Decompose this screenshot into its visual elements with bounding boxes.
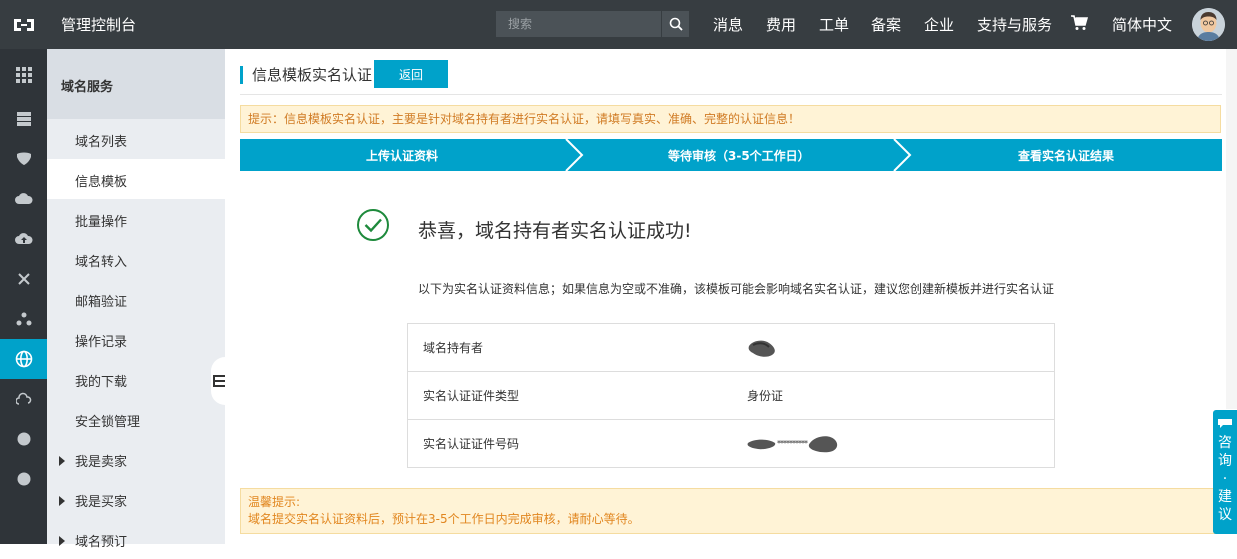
row-key: 实名认证证件号码: [407, 419, 747, 468]
sidebar-item-label: 域名预订: [75, 535, 128, 550]
row-key: 域名持有者: [407, 323, 747, 372]
redacted-scribble: [748, 340, 775, 357]
nav-tickets[interactable]: 工单: [819, 14, 849, 35]
page-title: 信息模板实名认证: [240, 66, 372, 84]
cart-icon[interactable]: [1071, 15, 1089, 35]
back-button[interactable]: 返回: [374, 60, 448, 88]
tip-banner: 提示：信息模板实名认证，主要是针对域名持有者进行实名认证，请填写真实、准确、完整…: [240, 105, 1221, 133]
row-value: 身份证: [747, 371, 1055, 420]
grid-icon[interactable]: [0, 55, 47, 95]
redacted-scribble: [808, 435, 838, 452]
sidebar-item-label: 信息模板: [75, 175, 128, 190]
nav-billing[interactable]: 费用: [766, 14, 796, 35]
sidebar-item-domain-reservation[interactable]: 域名预订: [47, 519, 225, 559]
scrollbar[interactable]: [1226, 49, 1237, 409]
sidebar-item-info-template[interactable]: 信息模板: [47, 159, 225, 199]
language-switch[interactable]: 简体中文: [1112, 14, 1172, 35]
domain-globe-icon[interactable]: [0, 339, 47, 379]
row-value: [747, 323, 1055, 372]
avatar[interactable]: [1192, 8, 1225, 41]
product-dot-icon[interactable]: [0, 419, 47, 459]
divider: [240, 94, 1222, 95]
search-input[interactable]: [496, 11, 656, 37]
nav-enterprise[interactable]: 企业: [924, 14, 954, 35]
cloud-upload-icon[interactable]: [0, 219, 47, 259]
console-title[interactable]: 管理控制台: [61, 14, 136, 35]
sidebar-item-label: 批量操作: [75, 215, 128, 230]
nav-messages[interactable]: 消息: [713, 14, 743, 35]
warm-notice: 温馨提示: 域名提交实名认证资料后，预计在3-5个工作日内完成审核，请耐心等待。: [240, 488, 1222, 534]
sidebar: 域名服务 域名列表 信息模板 批量操作 域名转入 邮箱验证 操作记录 我的下载 …: [47, 49, 225, 550]
step-view-result: 查看实名认证结果: [1018, 149, 1115, 163]
cloud-database-icon[interactable]: [0, 179, 47, 219]
sidebar-item-domain-transfer[interactable]: 域名转入: [47, 239, 225, 279]
info-note: 以下为实名认证资料信息；如果信息为空或不准确，该模板可能会影响域名实名认证，建议…: [418, 282, 1055, 296]
sidebar-item-batch-operations[interactable]: 批量操作: [47, 199, 225, 239]
consult-label: 咨 询 · 建 议: [1218, 435, 1232, 523]
info-table: 域名持有者 实名认证证件类型 身份证 实名认证证件号码 **********: [407, 323, 1055, 468]
sidebar-collapse-toggle[interactable]: [211, 357, 225, 405]
sidebar-item-label: 我是买家: [75, 495, 128, 510]
sidebar-item-buyer[interactable]: 我是买家: [47, 479, 225, 519]
step-upload: 上传认证资料: [366, 149, 439, 163]
cluster-icon[interactable]: [0, 299, 47, 339]
network-icon[interactable]: [0, 259, 47, 299]
check-circle-icon: [356, 208, 390, 246]
notice-body: 域名提交实名认证资料后，预计在3-5个工作日内完成审核，请耐心等待。: [248, 512, 640, 526]
sidebar-item-domain-list[interactable]: 域名列表: [47, 119, 225, 159]
sidebar-item-label: 安全锁管理: [75, 415, 141, 430]
shield-icon[interactable]: [0, 139, 47, 179]
cloud-settings-icon[interactable]: [0, 379, 47, 419]
top-bar: 管理控制台 消息 费用 工单 备案 企业 支持与服务 简体中文: [0, 0, 1237, 49]
collapse-icon: [213, 375, 225, 387]
sidebar-title: 域名服务: [47, 49, 225, 119]
sidebar-title-label: 域名服务: [61, 80, 114, 95]
table-row: 域名持有者: [407, 323, 1055, 372]
nav-icp-filing[interactable]: 备案: [871, 14, 901, 35]
redacted-scribble: [747, 439, 776, 449]
sidebar-item-operation-log[interactable]: 操作记录: [47, 319, 225, 359]
expand-arrow-icon: [59, 496, 65, 506]
search-button[interactable]: [661, 11, 689, 37]
expand-arrow-icon: [59, 536, 65, 546]
expand-arrow-icon: [59, 456, 65, 466]
search-icon: [669, 17, 683, 31]
notice-title: 温馨提示:: [248, 495, 301, 509]
sidebar-item-my-downloads[interactable]: 我的下载: [47, 359, 225, 399]
nav-support[interactable]: 支持与服务: [977, 14, 1052, 35]
logo-icon[interactable]: [0, 0, 47, 49]
search-box: [496, 11, 689, 37]
sidebar-item-seller[interactable]: 我是卖家: [47, 439, 225, 479]
sidebar-item-label: 我的下载: [75, 375, 128, 390]
row-value: **********: [747, 419, 1055, 468]
chat-icon: [1218, 419, 1232, 428]
sidebar-item-label: 操作记录: [75, 335, 128, 350]
sidebar-item-label: 邮箱验证: [75, 295, 128, 310]
server-icon[interactable]: [0, 99, 47, 139]
step-waiting-review: 等待审核（3-5个工作日）: [668, 149, 810, 163]
masked-id-number: **********: [777, 439, 808, 448]
product-rail: [0, 49, 47, 544]
sidebar-item-security-lock[interactable]: 安全锁管理: [47, 399, 225, 439]
product-dot-icon[interactable]: [0, 459, 47, 499]
sidebar-item-email-verification[interactable]: 邮箱验证: [47, 279, 225, 319]
progress-steps: 上传认证资料 等待审核（3-5个工作日） 查看实名认证结果: [240, 139, 1222, 171]
sidebar-item-label: 域名转入: [75, 255, 128, 270]
table-row: 实名认证证件类型 身份证: [407, 371, 1055, 420]
success-message: 恭喜，域名持有者实名认证成功!: [418, 220, 692, 242]
row-key: 实名认证证件类型: [407, 371, 747, 420]
sidebar-item-label: 域名列表: [75, 135, 128, 150]
table-row: 实名认证证件号码 **********: [407, 419, 1055, 468]
sidebar-item-label: 我是卖家: [75, 455, 128, 470]
consult-feedback-button[interactable]: 咨 询 · 建 议: [1213, 410, 1237, 534]
